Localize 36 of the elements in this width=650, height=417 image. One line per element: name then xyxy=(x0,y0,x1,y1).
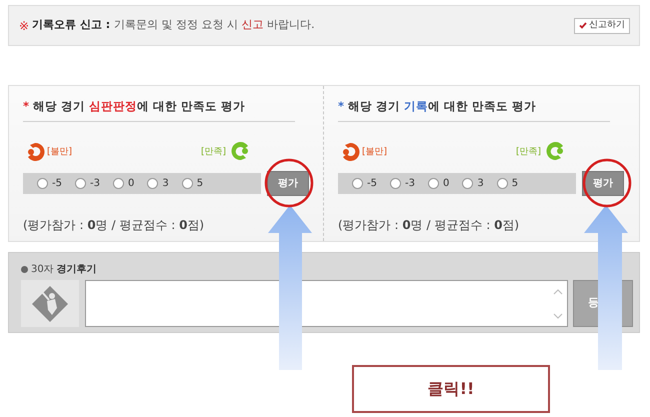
rating-title: * 해당 경기 심판판정 에 대한 만족도 평가 xyxy=(23,98,295,122)
rating-title: * 해당 경기 기록에 대한 만족도 평가 xyxy=(338,98,610,122)
unhappy-label: [불만] xyxy=(47,146,72,159)
callout-box: 클릭!! xyxy=(352,365,550,413)
rating-option[interactable]: -3 xyxy=(74,176,100,191)
check-icon xyxy=(579,22,587,29)
review-input[interactable] xyxy=(85,280,568,327)
review-title: 경기후기 xyxy=(56,263,97,277)
unhappy-face-icon xyxy=(25,142,45,162)
rating-option[interactable]: 3 xyxy=(147,176,169,191)
happy-face-icon xyxy=(546,141,566,161)
happy-face-icon xyxy=(231,141,251,161)
unhappy-label: [불만] xyxy=(362,146,388,159)
bullet-icon xyxy=(21,266,28,273)
rating-stats: (평가참가 : 0명 / 평균점수 : 0점) xyxy=(338,217,520,234)
rating-option[interactable]: 5 xyxy=(182,176,204,191)
rating-stats: (평가참가 : 0명 / 평균점수 : 0점) xyxy=(23,217,204,234)
highlight-circle xyxy=(582,158,632,208)
report-label: 기록오류 신고 : xyxy=(32,17,110,34)
review-count: 30자 xyxy=(31,263,54,277)
report-button[interactable]: 신고하기 xyxy=(574,18,630,34)
report-mark: ※ xyxy=(19,18,30,34)
rating-option[interactable]: 0 xyxy=(112,176,134,191)
highlight-circle xyxy=(264,158,314,208)
rating-option[interactable]: 0 xyxy=(428,176,450,191)
happy-label: [만족] xyxy=(516,146,542,159)
rating-option[interactable]: -3 xyxy=(390,176,415,191)
rating-option[interactable]: -5 xyxy=(352,176,377,191)
happy-label: [만족] xyxy=(201,146,226,159)
rating-option[interactable]: 3 xyxy=(462,176,484,191)
report-message: 기록문의 및 정정 요청 시 신고 바랍니다. xyxy=(114,17,315,34)
unhappy-face-icon xyxy=(340,142,360,162)
scroll-arrows-icon xyxy=(553,287,563,321)
batter-icon xyxy=(21,280,79,327)
rating-option[interactable]: -5 xyxy=(37,176,62,191)
rating-option[interactable]: 5 xyxy=(496,176,518,191)
